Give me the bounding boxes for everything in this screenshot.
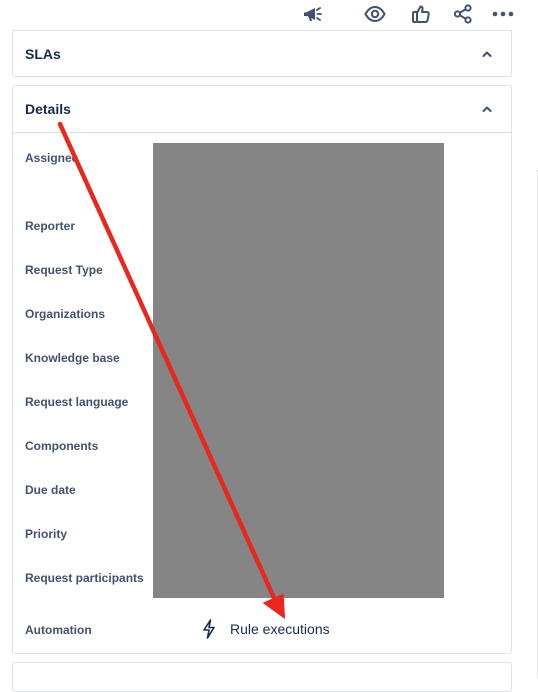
field-label-knowledge-base: Knowledge base <box>25 351 120 365</box>
field-label-organizations: Organizations <box>25 307 106 321</box>
lightning-bolt-icon <box>203 619 215 639</box>
field-label-request-language: Request language <box>25 395 129 409</box>
chevron-up-icon[interactable] <box>481 103 493 115</box>
field-label-assignee: Assignee <box>25 151 79 165</box>
slas-panel: SLAs <box>12 30 512 77</box>
thumbs-up-icon[interactable] <box>408 1 434 27</box>
slas-panel-header[interactable]: SLAs <box>13 31 511 77</box>
details-divider <box>13 132 511 133</box>
field-label-request-type: Request Type <box>25 263 103 277</box>
more-icon[interactable] <box>490 1 516 27</box>
megaphone-icon[interactable] <box>300 1 326 27</box>
issue-toolbar <box>0 0 538 28</box>
details-title: Details <box>25 101 71 117</box>
field-label-request-participants: Request participants <box>25 571 144 585</box>
share-icon[interactable] <box>450 1 476 27</box>
field-label-reporter: Reporter <box>25 219 76 233</box>
rule-executions-link[interactable]: Rule executions <box>201 618 330 640</box>
field-label-components: Components <box>25 439 99 453</box>
rule-executions-label: Rule executions <box>230 621 330 637</box>
field-label-automation: Automation <box>25 623 92 637</box>
next-panel <box>12 662 512 692</box>
chevron-up-icon[interactable] <box>481 48 493 60</box>
details-panel: Details Assignee Reporter Request Type O… <box>12 85 512 654</box>
details-panel-header[interactable]: Details <box>13 86 511 132</box>
eye-icon[interactable] <box>362 1 388 27</box>
redacted-field-values <box>153 143 444 598</box>
slas-title: SLAs <box>25 46 61 62</box>
field-label-due-date: Due date <box>25 483 76 497</box>
field-label-priority: Priority <box>25 527 68 541</box>
